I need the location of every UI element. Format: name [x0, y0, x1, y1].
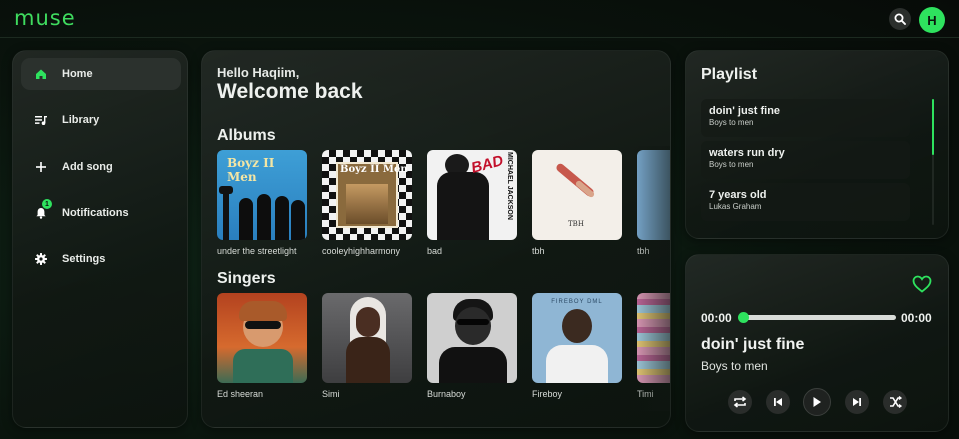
album-cover: TBH: [532, 150, 622, 240]
sidebar: Home Library Add song 1 Notifications Se…: [12, 50, 188, 428]
albums-row[interactable]: Boyz II Men under the streetlight Boyz I…: [217, 150, 670, 256]
singer-photo: [217, 293, 307, 383]
album-caption: under the streetlight: [217, 246, 297, 256]
sidebar-item-home[interactable]: Home: [21, 58, 181, 90]
album-cover: BAD MICHAEL JACKSON: [427, 150, 517, 240]
playlist-item[interactable]: 7 years old Lukas Graham: [701, 183, 910, 221]
singer-card[interactable]: Simi: [322, 293, 412, 399]
top-bar: muse H: [0, 0, 959, 38]
playlist-scrollbar[interactable]: [932, 99, 934, 225]
heart-icon: [912, 275, 932, 293]
singer-card[interactable]: FIREBOY DML Fireboy: [532, 293, 622, 399]
singer-caption: Ed sheeran: [217, 389, 264, 399]
playlist-item-title: waters run dry: [709, 147, 785, 159]
sidebar-item-library[interactable]: Library: [21, 104, 181, 136]
singers-heading: Singers: [217, 270, 276, 287]
playlist-scrollbar-thumb[interactable]: [932, 99, 934, 155]
sidebar-item-label: Notifications: [62, 207, 129, 219]
repeat-button[interactable]: [728, 390, 752, 414]
user-avatar[interactable]: H: [919, 7, 945, 33]
search-icon: [894, 13, 906, 25]
shuffle-icon: [889, 396, 902, 408]
album-art-text: TBH: [568, 220, 584, 228]
singer-photo: [322, 293, 412, 383]
sidebar-item-notifications[interactable]: 1 Notifications: [21, 197, 181, 229]
singer-photo: FIREBOY DML: [532, 293, 622, 383]
album-art-text: MICHAEL JACKSON: [506, 152, 513, 220]
singer-photo: [427, 293, 517, 383]
repeat-icon: [733, 396, 747, 408]
sidebar-item-label: Settings: [62, 253, 106, 265]
sidebar-item-label: Library: [62, 114, 100, 126]
singer-card[interactable]: Ed sheeran: [217, 293, 307, 399]
main-panel: Hello Haqiim, Welcome back Albums Boyz I…: [201, 50, 671, 428]
now-playing-title: doin' just fine: [701, 336, 805, 353]
playlist-item[interactable]: doin' just fine Boys to men: [701, 99, 910, 137]
singer-art-text: FIREBOY DML: [551, 299, 603, 305]
album-caption: bad: [427, 246, 443, 256]
skip-previous-icon: [774, 398, 782, 406]
notification-badge: 1: [42, 199, 52, 209]
singer-card[interactable]: Timi: [637, 293, 670, 399]
album-caption: tbh: [532, 246, 545, 256]
sidebar-item-label: Home: [62, 68, 93, 80]
singer-caption: Burnaboy: [427, 389, 466, 399]
playlist-item-artist: Boys to men: [709, 118, 754, 127]
sidebar-item-add-song[interactable]: Add song: [21, 151, 181, 183]
bell-icon: 1: [33, 199, 52, 221]
home-icon: [33, 66, 49, 82]
album-card[interactable]: tbh: [637, 150, 670, 256]
album-cover: [637, 150, 670, 240]
singer-photo: [637, 293, 670, 383]
album-cover: Boyz II Men: [217, 150, 307, 240]
like-button[interactable]: [912, 275, 932, 298]
singer-caption: Simi: [322, 389, 340, 399]
album-caption: tbh: [637, 246, 650, 256]
sidebar-item-label: Add song: [62, 161, 113, 173]
sidebar-item-settings[interactable]: Settings: [21, 243, 181, 275]
app-logo[interactable]: muse: [14, 6, 76, 30]
progress-bar[interactable]: [738, 312, 896, 323]
album-art-text: Boyz II Men: [340, 164, 408, 175]
now-playing-artist: Boys to men: [701, 359, 768, 373]
playlist-item-artist: Lukas Graham: [709, 202, 762, 211]
search-button[interactable]: [889, 8, 911, 30]
play-icon: [813, 397, 821, 407]
gear-icon: [33, 251, 49, 267]
album-card[interactable]: TBH tbh: [532, 150, 622, 256]
player-panel: 00:00 00:00 doin' just fine Boys to men: [685, 254, 949, 432]
album-card[interactable]: Boyz II Men cooleyhighharmony: [322, 150, 412, 256]
singer-card[interactable]: Burnaboy: [427, 293, 517, 399]
singers-row[interactable]: Ed sheeran Simi Burnaboy FIREBOY DML Fir…: [217, 293, 670, 399]
album-art-text: Boyz II Men: [227, 156, 275, 184]
album-caption: cooleyhighharmony: [322, 246, 401, 256]
album-card[interactable]: Boyz II Men under the streetlight: [217, 150, 307, 256]
greeting-text: Hello Haqiim,: [217, 65, 300, 80]
plus-icon: [33, 159, 49, 175]
welcome-heading: Welcome back: [217, 80, 363, 103]
playlist-title: Playlist: [701, 66, 758, 83]
playlist-item-title: doin' just fine: [709, 105, 781, 117]
library-icon: [33, 112, 49, 128]
album-cover: Boyz II Men: [322, 150, 412, 240]
play-button[interactable]: [803, 388, 831, 416]
playlist-item-artist: Boys to men: [709, 160, 754, 169]
progress-knob[interactable]: [738, 312, 749, 323]
total-time: 00:00: [901, 311, 932, 325]
playlist-panel: Playlist doin' just fine Boys to men wat…: [685, 50, 949, 239]
shuffle-button[interactable]: [883, 390, 907, 414]
playlist-item-title: 7 years old: [709, 189, 767, 201]
albums-heading: Albums: [217, 127, 276, 144]
singer-caption: Fireboy: [532, 389, 563, 399]
next-button[interactable]: [845, 390, 869, 414]
album-card[interactable]: BAD MICHAEL JACKSON bad: [427, 150, 517, 256]
singer-caption: Timi: [637, 389, 654, 399]
elapsed-time: 00:00: [701, 311, 732, 325]
playlist-item[interactable]: waters run dry Boys to men: [701, 141, 910, 179]
previous-button[interactable]: [766, 390, 790, 414]
skip-next-icon: [853, 398, 861, 406]
